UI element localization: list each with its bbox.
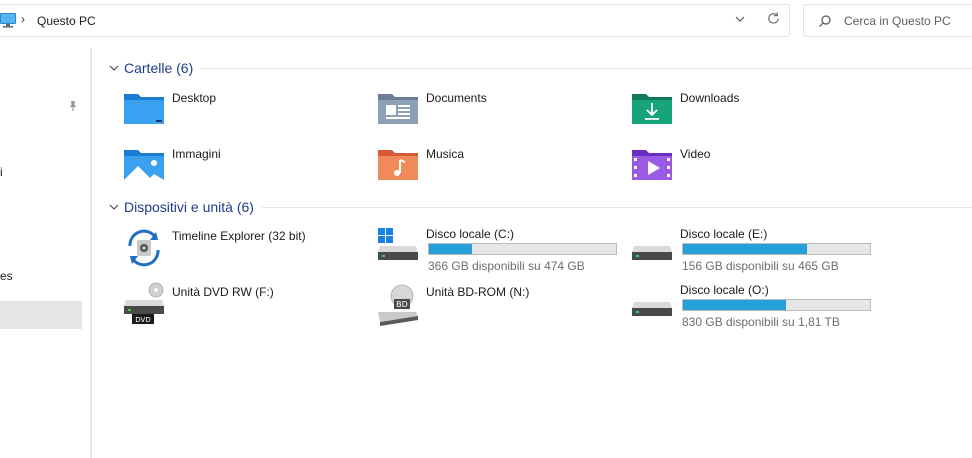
drive-free-space: 366 GB disponibili su 474 GB (428, 259, 585, 273)
drive-usage-bar (682, 299, 871, 311)
drive-name: Disco locale (E:) (680, 227, 768, 241)
folder-name: Video (680, 147, 711, 161)
this-pc-icon (0, 13, 16, 28)
group-title: Cartelle (6) (124, 60, 194, 76)
bd-badge: BD (396, 300, 408, 309)
drive-name: Unità DVD RW (F:) (172, 285, 274, 299)
drive-dvd-f[interactable]: DVD Unità DVD RW (F:) (122, 282, 362, 326)
documents-folder-icon (378, 94, 418, 124)
chevron-down-icon[interactable] (108, 62, 120, 74)
folder-name: Desktop (172, 91, 217, 105)
group-title: Dispositivi e unità (6) (124, 199, 254, 215)
drive-bd-n[interactable]: BD Unità BD-ROM (N:) (376, 282, 616, 326)
breadcrumb-separator[interactable]: › (21, 12, 25, 26)
timeline-explorer-icon (128, 229, 160, 267)
nav-item-selected[interactable] (0, 301, 82, 329)
drive-usage-fill (429, 244, 472, 254)
downloads-folder-icon (632, 94, 672, 124)
group-header-devices[interactable]: Dispositivi e unità (6) (108, 197, 972, 217)
group-divider (201, 67, 972, 69)
group-divider (261, 206, 972, 208)
drive-o[interactable]: Disco locale (O:) 830 GB disponibili su … (630, 282, 871, 329)
chevron-down-icon[interactable] (733, 12, 747, 26)
content-area: Cartelle (6) Desktop Documents Downloads… (102, 48, 972, 458)
folder-documents[interactable]: Documents (376, 88, 616, 132)
pane-splitter[interactable] (90, 48, 92, 458)
system-drive-icon (378, 228, 418, 260)
drive-e[interactable]: Disco locale (E:) 156 GB disponibili su … (630, 226, 871, 273)
nav-scrollbar[interactable] (84, 48, 87, 458)
search-input[interactable] (844, 13, 969, 29)
dvd-drive-icon: DVD (124, 282, 164, 324)
device-timeline-explorer[interactable]: Timeline Explorer (32 bit) (122, 226, 362, 270)
pictures-folder-icon (124, 150, 164, 180)
nav-item-label[interactable]: i (0, 165, 3, 179)
hard-drive-icon (632, 302, 672, 316)
pin-icon[interactable] (67, 100, 79, 112)
drive-usage-fill (683, 300, 786, 310)
folder-desktop[interactable]: Desktop (122, 88, 362, 132)
desktop-folder-icon (124, 94, 164, 124)
dvd-badge: DVD (135, 316, 150, 324)
folder-videos[interactable]: Video (630, 144, 870, 188)
drive-name: Disco locale (C:) (426, 227, 515, 241)
folder-music[interactable]: Musica (376, 144, 616, 188)
videos-folder-icon (632, 150, 672, 180)
folder-name: Immagini (172, 147, 221, 161)
nav-item-label[interactable]: es (0, 269, 13, 283)
drive-free-space: 830 GB disponibili su 1,81 TB (682, 315, 840, 329)
drive-usage-bar (682, 243, 871, 255)
address-bar[interactable] (0, 4, 790, 37)
search-icon (819, 15, 831, 27)
navigation-pane: i es (0, 44, 90, 458)
chevron-down-icon[interactable] (108, 201, 120, 213)
device-name: Timeline Explorer (32 bit) (172, 229, 306, 243)
breadcrumb-this-pc[interactable]: Questo PC (37, 14, 96, 28)
bd-drive-icon: BD (378, 284, 418, 326)
folder-name: Documents (426, 91, 487, 105)
drive-name: Disco locale (O:) (680, 283, 769, 297)
drive-c[interactable]: Disco locale (C:) 366 GB disponibili su … (376, 226, 617, 273)
search-box[interactable] (803, 4, 972, 37)
hard-drive-icon (632, 246, 672, 260)
drive-usage-bar (428, 243, 617, 255)
folder-pictures[interactable]: Immagini (122, 144, 362, 188)
drive-free-space: 156 GB disponibili su 465 GB (682, 259, 839, 273)
drive-name: Unità BD-ROM (N:) (426, 285, 530, 299)
drive-usage-fill (683, 244, 808, 254)
address-row: › Questo PC (0, 0, 972, 44)
refresh-icon[interactable] (766, 11, 781, 26)
folder-name: Musica (426, 147, 465, 161)
music-folder-icon (378, 150, 418, 180)
folder-name: Downloads (680, 91, 740, 105)
group-header-folders[interactable]: Cartelle (6) (108, 58, 972, 78)
folder-downloads[interactable]: Downloads (630, 88, 870, 132)
